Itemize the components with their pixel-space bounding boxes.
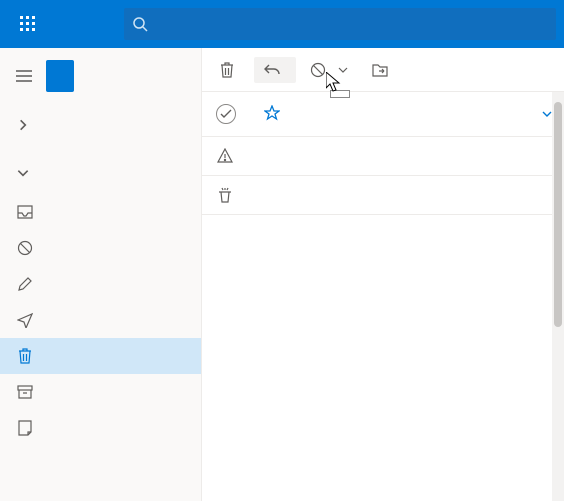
app-launcher-icon[interactable] bbox=[8, 4, 48, 44]
sidebar bbox=[0, 48, 202, 501]
spacer bbox=[202, 214, 564, 240]
trash-icon bbox=[16, 347, 34, 365]
delete-button[interactable] bbox=[210, 56, 250, 84]
folder-sent[interactable] bbox=[0, 302, 201, 338]
block-icon bbox=[16, 239, 34, 257]
scrollbar[interactable] bbox=[552, 92, 564, 501]
warning-icon bbox=[216, 147, 234, 165]
folder-drafts[interactable] bbox=[0, 266, 201, 302]
favorites-section[interactable] bbox=[0, 104, 201, 146]
hamburger-icon[interactable] bbox=[8, 60, 40, 92]
chevron-down-icon bbox=[542, 109, 552, 119]
folder-archive[interactable] bbox=[0, 374, 201, 410]
move-to-button[interactable] bbox=[362, 57, 404, 83]
toolbar bbox=[202, 48, 564, 92]
junk-button[interactable] bbox=[300, 56, 358, 84]
move-icon bbox=[372, 63, 388, 77]
search-box[interactable] bbox=[124, 8, 556, 40]
retention-notice bbox=[202, 136, 564, 175]
select-all-checkbox[interactable] bbox=[216, 104, 236, 124]
archive-icon bbox=[16, 383, 34, 401]
tooltip bbox=[330, 90, 350, 98]
block-icon bbox=[310, 62, 326, 78]
note-icon bbox=[16, 419, 34, 437]
favorite-star-icon[interactable] bbox=[264, 105, 280, 124]
folder-list bbox=[0, 194, 201, 446]
folder-junk[interactable] bbox=[0, 230, 201, 266]
trash-icon bbox=[220, 62, 234, 78]
pencil-icon bbox=[16, 275, 34, 293]
folder-inbox[interactable] bbox=[0, 194, 201, 230]
filter-button[interactable] bbox=[538, 109, 552, 119]
recover-icon bbox=[216, 186, 234, 204]
chevron-down-icon bbox=[16, 166, 30, 180]
chevron-down-icon bbox=[338, 65, 348, 75]
list-header bbox=[202, 92, 564, 136]
folders-section[interactable] bbox=[0, 152, 201, 194]
search-icon bbox=[132, 16, 148, 32]
app-header bbox=[0, 0, 564, 48]
restore-button[interactable] bbox=[254, 57, 296, 83]
chevron-right-icon bbox=[16, 118, 30, 132]
content-area bbox=[202, 48, 564, 501]
new-message-button[interactable] bbox=[46, 60, 74, 92]
send-icon bbox=[16, 311, 34, 329]
inbox-icon bbox=[16, 203, 34, 221]
undo-icon bbox=[264, 63, 280, 77]
folder-notes[interactable] bbox=[0, 410, 201, 446]
folder-deleted[interactable] bbox=[0, 338, 201, 374]
recover-link[interactable] bbox=[202, 175, 564, 214]
